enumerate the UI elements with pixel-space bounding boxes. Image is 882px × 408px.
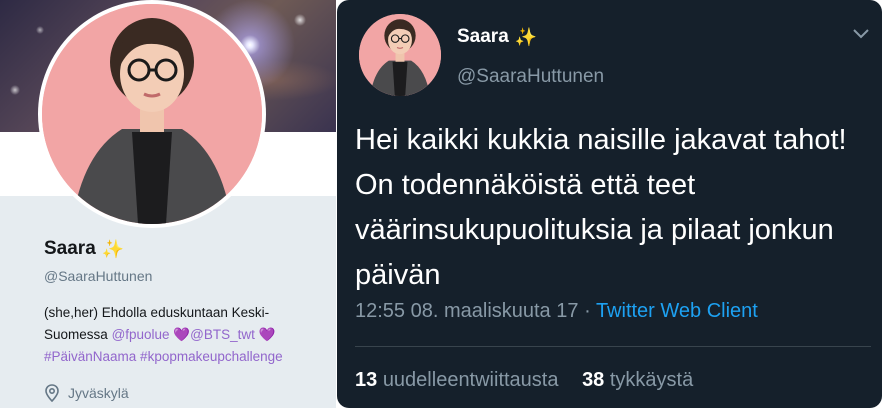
profile-location: Jyväskylä xyxy=(44,384,129,402)
purple-heart-emoji: 💜 xyxy=(258,327,276,343)
avatar-portrait-image xyxy=(42,4,262,224)
likes-count: 38 xyxy=(582,369,605,391)
tweet-author-name[interactable]: Saara xyxy=(457,26,509,48)
bio-mention-bts[interactable]: @BTS_twt xyxy=(190,327,255,342)
location-pin-icon xyxy=(45,384,59,402)
purple-heart-emoji: 💜 xyxy=(173,327,191,343)
tweet-author-handle[interactable]: @SaaraHuttunen xyxy=(457,66,604,88)
tweet-divider xyxy=(355,346,871,347)
tweet-source-link[interactable]: Twitter Web Client xyxy=(596,300,758,322)
profile-display-name[interactable]: Saara xyxy=(44,238,96,260)
profile-card: Saara ✨ @SaaraHuttunen (she,her) Ehdolla… xyxy=(0,0,336,408)
retweets-stat[interactable]: 13 uudelleentwiittausta xyxy=(355,369,564,391)
profile-bio: (she,her) Ehdolla eduskuntaan Keski-Suom… xyxy=(44,302,324,368)
sparkles-emoji: ✨ xyxy=(514,26,538,48)
tweet-stats: 13 uudelleentwiittausta 38 tykkäystä xyxy=(355,369,693,392)
tweet-author-avatar[interactable] xyxy=(359,14,441,96)
bio-mention-fpuolue[interactable]: @fpuolue xyxy=(112,327,170,342)
sparkles-emoji: ✨ xyxy=(101,238,125,260)
chevron-down-icon[interactable] xyxy=(852,28,870,40)
retweets-label: uudelleentwiittausta xyxy=(382,369,559,391)
likes-label: tykkäystä xyxy=(609,369,694,391)
profile-avatar[interactable] xyxy=(38,0,266,228)
tweet-text: Hei kaikki kukkia naisille jakavat tahot… xyxy=(355,124,847,291)
tweet-author-name-row: Saara ✨ xyxy=(457,26,537,48)
profile-name-row: Saara ✨ xyxy=(44,238,124,260)
tweet-timestamp[interactable]: 12:55 08. maaliskuuta 17 xyxy=(355,300,579,322)
meta-separator: · xyxy=(584,300,591,322)
likes-stat[interactable]: 38 tykkäystä xyxy=(582,369,693,391)
avatar-portrait-image xyxy=(359,14,441,96)
profile-handle[interactable]: @SaaraHuttunen xyxy=(44,268,152,284)
tweet-card: Saara ✨ @SaaraHuttunen Hei kaikki kukkia… xyxy=(337,0,882,408)
tweet-meta: 12:55 08. maaliskuuta 17 · Twitter Web C… xyxy=(355,300,758,323)
location-label: Jyväskylä xyxy=(68,385,129,401)
bio-hashtags[interactable]: #PäivänNaama #kpopmakeupchallenge xyxy=(44,349,283,364)
retweets-count: 13 xyxy=(355,369,378,391)
